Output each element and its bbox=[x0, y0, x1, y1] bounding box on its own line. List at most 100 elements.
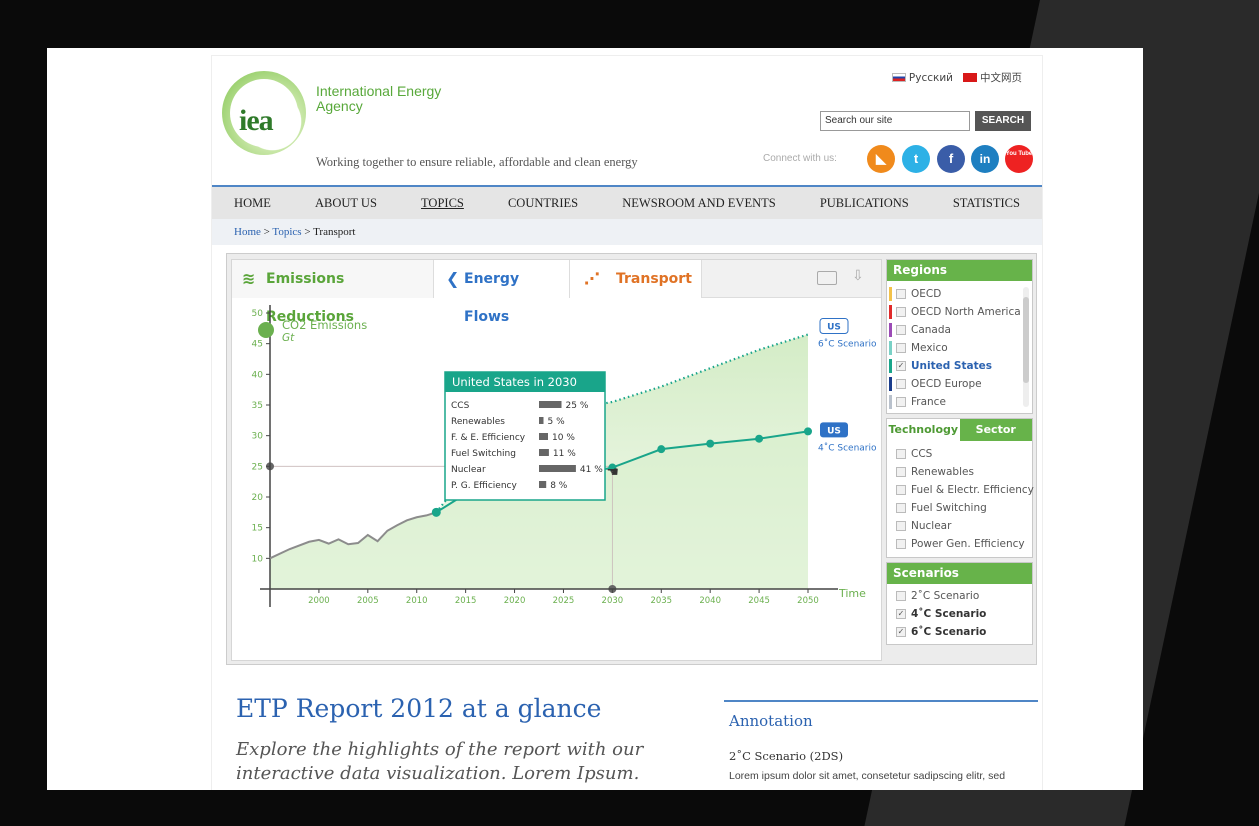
twitter-icon[interactable]: t bbox=[902, 145, 930, 173]
tooltip-row-value: 8 % bbox=[550, 481, 568, 491]
technology-item[interactable]: Fuel Switching bbox=[887, 499, 1032, 517]
tooltip-bar bbox=[539, 417, 544, 424]
language-chinese[interactable]: 中文网页 bbox=[963, 70, 1022, 85]
agency-name[interactable]: International Energy Agency bbox=[316, 84, 456, 114]
scenarios-title: Scenarios bbox=[887, 563, 1032, 584]
camera-icon[interactable] bbox=[817, 271, 837, 285]
nav-countries[interactable]: COUNTRIES bbox=[508, 196, 578, 211]
connect-label: Connect with us: bbox=[763, 153, 837, 164]
page-description: Explore the highlights of the report wit… bbox=[236, 739, 644, 784]
checkbox-icon[interactable] bbox=[896, 503, 906, 513]
option-label: France bbox=[911, 396, 946, 408]
scenario-4-point bbox=[657, 445, 666, 454]
page-title: ETP Report 2012 at a glance bbox=[236, 694, 602, 723]
main-nav: HOME ABOUT US TOPICS COUNTRIES NEWSROOM … bbox=[212, 185, 1042, 219]
hand-cursor-icon: ☚ bbox=[606, 464, 619, 480]
region-item[interactable]: OECD bbox=[887, 285, 1032, 303]
checkbox-icon[interactable] bbox=[896, 591, 906, 601]
energy-flows-icon: ❮ bbox=[446, 269, 460, 288]
x-tick-label: 2020 bbox=[504, 596, 526, 606]
checkbox-icon[interactable] bbox=[896, 539, 906, 549]
youtube-icon[interactable]: You Tube bbox=[1005, 145, 1033, 173]
tab-technology[interactable]: Technology bbox=[887, 419, 960, 441]
russian-flag-icon bbox=[891, 72, 906, 82]
breadcrumb-current: Transport bbox=[313, 226, 356, 238]
tab-transport[interactable]: ⋰ Transport bbox=[570, 260, 702, 298]
breadcrumb: Home > Topics > Transport bbox=[212, 219, 1042, 245]
checkbox-icon[interactable] bbox=[896, 467, 906, 477]
checkbox-icon[interactable] bbox=[896, 343, 906, 353]
technology-item[interactable]: Fuel & Electr. Efficiency bbox=[887, 481, 1034, 499]
checkbox-icon[interactable] bbox=[896, 379, 906, 389]
regions-title: Regions bbox=[887, 260, 1032, 281]
y-tick-label: 45 bbox=[252, 340, 263, 350]
checkbox-checked-icon[interactable]: ✓ bbox=[896, 361, 906, 371]
y-tick-label: 30 bbox=[252, 432, 264, 442]
checkbox-icon[interactable] bbox=[896, 289, 906, 299]
tooltip-row-label: Nuclear bbox=[451, 465, 486, 475]
checkbox-icon[interactable] bbox=[896, 325, 906, 335]
option-label: Mexico bbox=[911, 342, 948, 354]
tab-transport-label: Transport bbox=[616, 271, 692, 287]
region-item[interactable]: France bbox=[887, 393, 1032, 411]
scenario-item[interactable]: ✓ 6˚C Scenario bbox=[887, 623, 1032, 641]
technology-item[interactable]: CCS bbox=[887, 445, 1032, 463]
facebook-icon[interactable]: f bbox=[937, 145, 965, 173]
breadcrumb-topics[interactable]: Topics bbox=[272, 226, 301, 238]
nav-newsroom[interactable]: NEWSROOM AND EVENTS bbox=[622, 196, 775, 211]
region-item[interactable]: ✓ United States bbox=[887, 357, 1032, 375]
nav-topics[interactable]: TOPICS bbox=[421, 196, 464, 211]
checkbox-icon[interactable] bbox=[896, 307, 906, 317]
scenario-item[interactable]: 2˚C Scenario bbox=[887, 587, 1032, 605]
scenario-4-point bbox=[804, 427, 812, 436]
scenario-4-point bbox=[706, 439, 715, 448]
checkbox-checked-icon[interactable]: ✓ bbox=[896, 627, 906, 637]
checkbox-icon[interactable] bbox=[896, 521, 906, 531]
regions-scrollbar[interactable] bbox=[1023, 287, 1029, 407]
technology-list: CCS Renewables Fuel & Electr. Efficiency Fu… bbox=[887, 441, 1034, 557]
tab-sector[interactable]: Sector bbox=[959, 419, 1032, 441]
search-button[interactable]: SEARCH bbox=[975, 111, 1031, 131]
nav-publications[interactable]: PUBLICATIONS bbox=[820, 196, 909, 211]
language-russian[interactable]: Русский bbox=[891, 71, 953, 84]
breadcrumb-home[interactable]: Home bbox=[234, 226, 261, 238]
scenario-4-label: 4˚C Scenario bbox=[818, 442, 877, 453]
region-item[interactable]: OECD Europe bbox=[887, 375, 1032, 393]
region-item[interactable]: Germany bbox=[887, 411, 1032, 413]
nav-about-us[interactable]: ABOUT US bbox=[315, 196, 377, 211]
checkbox-icon[interactable] bbox=[896, 485, 906, 495]
x-tick-label: 2025 bbox=[553, 596, 575, 606]
x-tick-label: 2045 bbox=[748, 596, 770, 606]
chart-panel: ≋ Emissions Reductions ❮ Energy Flows ⋰ … bbox=[231, 259, 882, 661]
option-label: OECD Europe bbox=[911, 378, 982, 390]
tooltip-bar bbox=[539, 465, 576, 472]
scenario-item[interactable]: ✓ 4˚C Scenario bbox=[887, 605, 1032, 623]
region-item[interactable]: Canada bbox=[887, 321, 1032, 339]
language-chinese-label: 中文网页 bbox=[980, 72, 1022, 84]
page: iea International Energy Agency Working … bbox=[212, 56, 1042, 790]
nav-statistics[interactable]: STATISTICS bbox=[953, 196, 1020, 211]
technology-item[interactable]: Nuclear bbox=[887, 517, 1032, 535]
scenarios-list: 2˚C Scenario ✓ 4˚C Scenario ✓ 6˚C Scenario bbox=[887, 584, 1032, 644]
transport-icon: ⋰ bbox=[584, 269, 600, 288]
language-russian-label: Русский bbox=[908, 71, 953, 84]
technology-item[interactable]: Renewables bbox=[887, 463, 1032, 481]
search-input[interactable]: Search our site bbox=[820, 111, 970, 131]
tab-emissions-reductions[interactable]: ≋ Emissions Reductions bbox=[232, 260, 434, 325]
linkedin-icon[interactable]: in bbox=[971, 145, 999, 173]
checkbox-icon[interactable] bbox=[896, 397, 906, 407]
nav-home[interactable]: HOME bbox=[234, 196, 271, 211]
region-item[interactable]: OECD North America bbox=[887, 303, 1032, 321]
checkbox-icon[interactable] bbox=[896, 449, 906, 459]
x-tick-label: 2030 bbox=[602, 596, 624, 606]
x-tick-label: 2040 bbox=[699, 596, 721, 606]
viz-tabbar: ≋ Emissions Reductions ❮ Energy Flows ⋰ … bbox=[232, 260, 881, 325]
technology-item[interactable]: Power Gen. Efficiency bbox=[887, 535, 1032, 553]
download-icon[interactable]: ⇩ bbox=[852, 268, 864, 284]
option-label: United States bbox=[911, 360, 992, 372]
rss-icon[interactable]: ◣ bbox=[867, 145, 895, 173]
region-item[interactable]: Mexico bbox=[887, 339, 1032, 357]
tab-energy-flows[interactable]: ❮ Energy Flows bbox=[434, 260, 570, 325]
y-axis-label: Gt bbox=[282, 332, 295, 344]
checkbox-checked-icon[interactable]: ✓ bbox=[896, 609, 906, 619]
